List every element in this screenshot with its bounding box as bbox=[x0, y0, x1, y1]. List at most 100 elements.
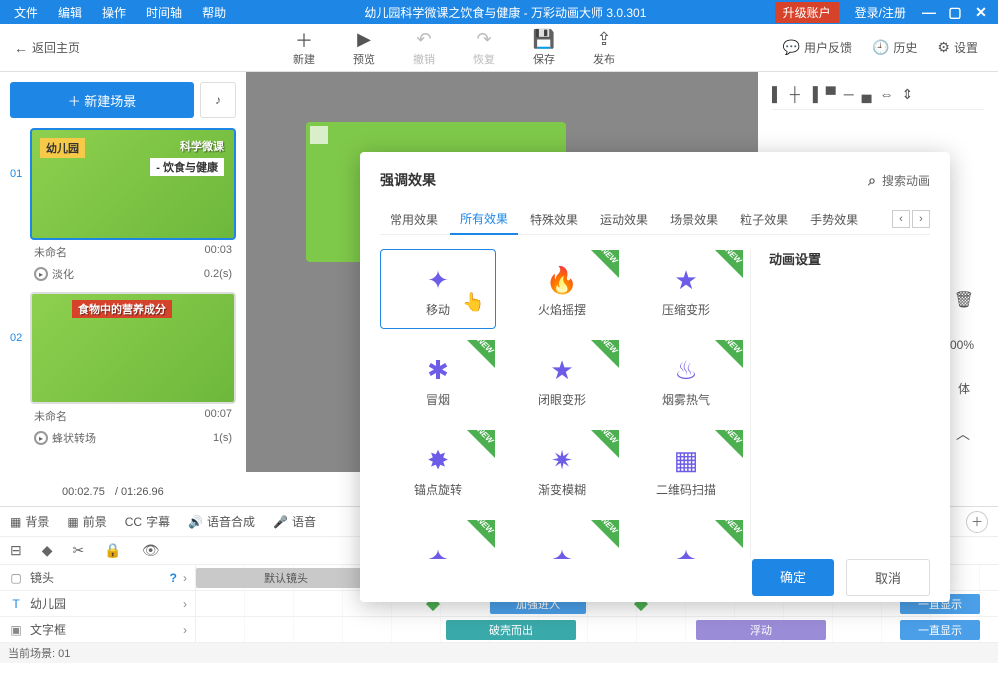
cat-next-icon[interactable]: › bbox=[912, 210, 930, 228]
effect-label: 锚点旋转 bbox=[414, 481, 462, 498]
new-badge-icon bbox=[715, 340, 743, 368]
clip-show2[interactable]: 一直显示 bbox=[900, 620, 980, 640]
settings-button[interactable]: ⚙设置 bbox=[927, 39, 988, 56]
align-center-icon[interactable]: ┼ bbox=[790, 86, 800, 103]
effect-item[interactable]: ★压缩变形 bbox=[628, 249, 744, 329]
tab-background[interactable]: ▦背景 bbox=[10, 513, 49, 530]
cat-common[interactable]: 常用效果 bbox=[380, 205, 448, 234]
chevron-right-icon[interactable]: › bbox=[183, 597, 187, 611]
marker-icon[interactable]: ◆ bbox=[42, 542, 53, 559]
menu-action[interactable]: 操作 bbox=[92, 4, 136, 21]
effect-item[interactable]: ▦二维码扫描 bbox=[628, 429, 744, 509]
back-label: 返回主页 bbox=[32, 39, 80, 56]
camera-icon: ▢ bbox=[8, 571, 24, 585]
play-trans-icon[interactable]: ▸ bbox=[34, 431, 48, 445]
scene-item[interactable]: 02 食物中的营养成分 未命名00:07 ▸蜂状转场1(s) bbox=[10, 292, 236, 448]
redo-button[interactable]: ↷恢复 bbox=[454, 29, 514, 67]
new-badge-icon bbox=[715, 250, 743, 278]
clip-breakout[interactable]: 破壳而出 bbox=[446, 620, 576, 640]
search-animations[interactable]: ⌕ 搜索动画 bbox=[868, 172, 930, 189]
tab-foreground[interactable]: ▦前景 bbox=[67, 513, 106, 530]
effect-item[interactable]: ✸锚点旋转 bbox=[380, 429, 496, 509]
menu-bar: 文件 编辑 操作 时间轴 帮助 幼儿园科学微课之饮食与健康 - 万彩动画大师 3… bbox=[0, 0, 998, 24]
effect-item[interactable]: ✦ bbox=[380, 519, 496, 559]
effect-icon: ✦ bbox=[551, 539, 573, 559]
effect-item[interactable]: ✷渐变模糊 bbox=[504, 429, 620, 509]
effect-item[interactable]: ✦ bbox=[628, 519, 744, 559]
feedback-button[interactable]: 💬用户反馈 bbox=[773, 39, 862, 56]
cat-scene[interactable]: 场景效果 bbox=[660, 205, 728, 234]
back-home-button[interactable]: ← 返回主页 bbox=[0, 39, 94, 56]
cc-icon: CC bbox=[125, 515, 142, 529]
effect-item[interactable]: 🔥火焰摇摆 bbox=[504, 249, 620, 329]
chevron-right-icon[interactable]: › bbox=[183, 571, 187, 585]
effect-item[interactable]: ✦移动 bbox=[380, 249, 496, 329]
chevron-right-icon[interactable]: › bbox=[183, 623, 187, 637]
new-scene-button[interactable]: ＋ 新建场景 bbox=[10, 82, 194, 118]
visibility-icon[interactable]: 👁 bbox=[142, 542, 160, 559]
lock-track-icon[interactable]: 🔒 bbox=[104, 542, 121, 559]
effect-icon: ✦ bbox=[427, 539, 449, 559]
effect-label: 渐变模糊 bbox=[538, 481, 586, 498]
cat-gesture[interactable]: 手势效果 bbox=[800, 205, 868, 234]
align-tools: ▌ ┼ ▐ ▀ ─ ▄ ⇔ ⇕ bbox=[772, 80, 984, 110]
tab-tts[interactable]: 🔊语音合成 bbox=[188, 513, 255, 530]
distribute-v-icon[interactable]: ⇕ bbox=[902, 86, 914, 103]
snap-icon[interactable]: ⊟ bbox=[10, 542, 22, 559]
upgrade-button[interactable]: 升级账户 bbox=[775, 2, 839, 23]
menu-edit[interactable]: 编辑 bbox=[48, 4, 92, 21]
effect-item[interactable]: ✦ bbox=[504, 519, 620, 559]
save-button[interactable]: 💾保存 bbox=[514, 29, 574, 67]
align-bottom-icon[interactable]: ▄ bbox=[862, 86, 872, 103]
clip-default-lens[interactable]: 默认镜头 bbox=[196, 568, 376, 588]
login-button[interactable]: 登录/注册 bbox=[845, 4, 916, 21]
ok-button[interactable]: 确定 bbox=[752, 559, 834, 596]
history-button[interactable]: 🕘历史 bbox=[862, 39, 927, 56]
menu-help[interactable]: 帮助 bbox=[192, 4, 236, 21]
new-button[interactable]: ＋新建 bbox=[274, 29, 334, 67]
scene-item[interactable]: 01 幼儿园 科学微课 - 饮食与健康 未命名00:03 ▸淡化0.2(s) bbox=[10, 128, 236, 284]
cat-special[interactable]: 特殊效果 bbox=[520, 205, 588, 234]
preview-button[interactable]: ▶预览 bbox=[334, 29, 394, 67]
effect-item[interactable]: ✱冒烟 bbox=[380, 339, 496, 419]
help-icon[interactable]: ? bbox=[170, 571, 177, 585]
menu-timeline[interactable]: 时间轴 bbox=[136, 4, 192, 21]
publish-button[interactable]: ⇪发布 bbox=[574, 29, 634, 67]
cut-icon[interactable]: ✂ bbox=[73, 542, 85, 559]
clip-wave[interactable]: 浮动 bbox=[696, 620, 826, 640]
effect-item[interactable]: ★闭眼变形 bbox=[504, 339, 620, 419]
tab-voice[interactable]: 🎤语音 bbox=[273, 513, 316, 530]
effect-icon: 🔥 bbox=[546, 261, 578, 301]
effects-list[interactable]: ✦移动🔥火焰摇摆★压缩变形 ✱冒烟★闭眼变形♨烟雾热气 ✸锚点旋转✷渐变模糊▦二维码… bbox=[380, 249, 750, 559]
undo-button[interactable]: ↶撤销 bbox=[394, 29, 454, 67]
align-right-icon[interactable]: ▐ bbox=[808, 86, 818, 103]
close-icon[interactable]: ✕ bbox=[968, 4, 994, 21]
window-title: 幼儿园科学微课之饮食与健康 - 万彩动画大师 3.0.301 bbox=[236, 4, 775, 21]
row-header-textbox[interactable]: ▣ 文字框 › bbox=[0, 617, 196, 642]
cancel-button[interactable]: 取消 bbox=[846, 559, 930, 596]
maximize-icon[interactable]: ▢ bbox=[942, 4, 968, 21]
align-middle-icon[interactable]: ─ bbox=[844, 86, 854, 103]
cat-all[interactable]: 所有效果 bbox=[450, 204, 518, 235]
chevron-up-icon[interactable]: ︿ bbox=[956, 424, 970, 444]
cat-prev-icon[interactable]: ‹ bbox=[892, 210, 910, 228]
distribute-h-icon[interactable]: ⇔ bbox=[880, 86, 894, 103]
cat-particle[interactable]: 粒子效果 bbox=[730, 205, 798, 234]
align-left-icon[interactable]: ▌ bbox=[772, 86, 782, 103]
sound-button[interactable]: ♪ bbox=[200, 82, 236, 118]
minimize-icon[interactable]: — bbox=[916, 4, 942, 20]
play-trans-icon[interactable]: ▸ bbox=[34, 267, 48, 281]
delete-icon[interactable]: 🗑 bbox=[954, 290, 974, 310]
menu-file[interactable]: 文件 bbox=[4, 4, 48, 21]
align-top-icon[interactable]: ▀ bbox=[826, 86, 836, 103]
cat-motion[interactable]: 运动效果 bbox=[590, 205, 658, 234]
row-header-text1[interactable]: T 幼儿园 › bbox=[0, 591, 196, 616]
scene-thumbnail[interactable]: 食物中的营养成分 bbox=[30, 292, 236, 404]
scene-thumbnail[interactable]: 幼儿园 科学微课 - 饮食与健康 bbox=[30, 128, 236, 240]
add-track-button[interactable]: ＋ bbox=[966, 511, 988, 533]
track[interactable]: 破壳而出 浮动 一直显示 bbox=[196, 617, 998, 642]
back-arrow-icon: ← bbox=[14, 40, 28, 56]
tab-subtitle[interactable]: CC字幕 bbox=[125, 513, 170, 530]
effect-item[interactable]: ♨烟雾热气 bbox=[628, 339, 744, 419]
row-header-lens[interactable]: ▢ 镜头 ? › bbox=[0, 565, 196, 590]
